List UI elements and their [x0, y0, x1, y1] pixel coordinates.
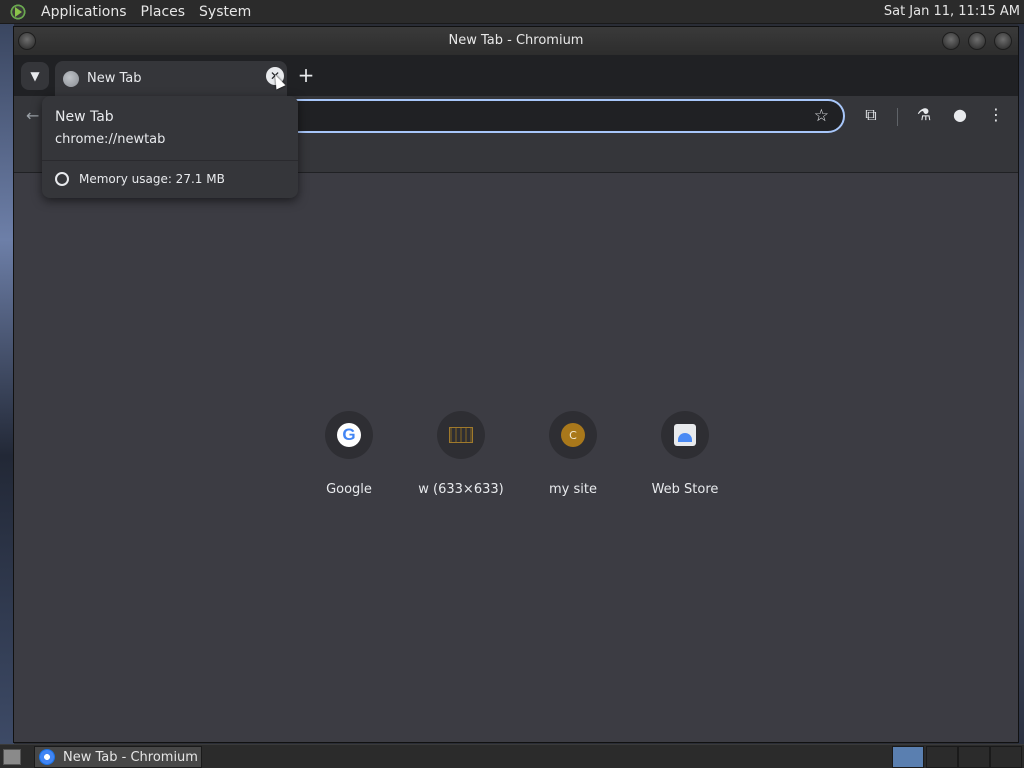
panel-clock[interactable]: Sat Jan 11, 11:15 AM	[884, 4, 1020, 19]
hover-card-title: New Tab	[55, 109, 114, 125]
bottom-panel: New Tab - Chromium	[0, 744, 1024, 768]
close-window-button[interactable]	[994, 32, 1012, 50]
labs-flask-icon[interactable]: ⚗	[914, 105, 934, 125]
new-tab-button[interactable]: +	[295, 65, 317, 87]
hover-card-url: chrome://newtab	[55, 132, 166, 147]
window-titlebar[interactable]: New Tab - Chromium	[14, 27, 1018, 55]
shortcut-google[interactable]: G Google	[293, 411, 405, 497]
menu-system[interactable]: System	[192, 4, 258, 20]
new-tab-page: G Google w (633×633) C my site Web Store	[14, 173, 1018, 742]
bookmark-star-icon[interactable]: ☆	[814, 106, 829, 126]
shortcut-icon-container: C	[549, 411, 597, 459]
tab-strip: ▼ New Tab ✕ +	[14, 55, 1018, 96]
mate-menu-icon[interactable]	[8, 1, 28, 22]
minimize-button[interactable]	[942, 32, 960, 50]
shortcut-label: my site	[549, 482, 597, 497]
workspace-1[interactable]	[892, 746, 924, 768]
workspace-2[interactable]	[926, 746, 958, 768]
shortcut-label: w (633×633)	[418, 482, 504, 497]
globe-icon	[63, 70, 79, 87]
image-thumbnail-icon	[449, 427, 473, 443]
web-store-icon	[674, 424, 696, 446]
desktop-background-left	[0, 24, 14, 744]
window-menu-button[interactable]	[18, 32, 36, 50]
hover-card-memory: Memory usage: 27.1 MB	[79, 172, 225, 186]
shortcut-icon-container	[437, 411, 485, 459]
tab-new-tab[interactable]: New Tab ✕	[55, 61, 287, 96]
memory-gauge-icon	[55, 172, 69, 186]
taskbar-item-chromium[interactable]: New Tab - Chromium	[34, 746, 202, 768]
letter-c-icon: C	[561, 423, 585, 447]
chevron-down-icon: ▼	[30, 69, 40, 83]
shortcut-icon-container	[661, 411, 709, 459]
window-title: New Tab - Chromium	[448, 33, 584, 48]
tab-search-button[interactable]: ▼	[21, 62, 49, 90]
chromium-icon	[39, 749, 55, 765]
shortcut-label: Web Store	[651, 482, 719, 497]
top-panel: Applications Places System Sat Jan 11, 1…	[0, 0, 1024, 24]
google-icon: G	[337, 423, 361, 447]
extensions-icon[interactable]: ⧉	[861, 105, 881, 125]
tab-hover-card: New Tab chrome://newtab Memory usage: 27…	[42, 96, 298, 198]
shortcut-my-site[interactable]: C my site	[517, 411, 629, 497]
shortcut-icon-container: G	[325, 411, 373, 459]
shortcut-label: Google	[326, 482, 372, 497]
shortcut-image[interactable]: w (633×633)	[405, 411, 517, 497]
maximize-button[interactable]	[968, 32, 986, 50]
menu-kebab-icon[interactable]: ⋮	[986, 105, 1006, 125]
tab-title: New Tab	[87, 71, 142, 86]
toolbar-divider	[897, 108, 898, 126]
workspace-4[interactable]	[990, 746, 1022, 768]
hover-card-divider	[42, 160, 298, 161]
show-desktop-icon[interactable]	[3, 749, 21, 765]
taskbar-item-label: New Tab - Chromium	[63, 749, 198, 765]
back-button[interactable]: ←	[26, 106, 39, 125]
shortcut-web-store[interactable]: Web Store	[629, 411, 741, 497]
profile-avatar-icon[interactable]: ●	[950, 105, 970, 125]
menu-places[interactable]: Places	[134, 4, 193, 20]
workspace-3[interactable]	[958, 746, 990, 768]
menu-applications[interactable]: Applications	[34, 4, 134, 20]
